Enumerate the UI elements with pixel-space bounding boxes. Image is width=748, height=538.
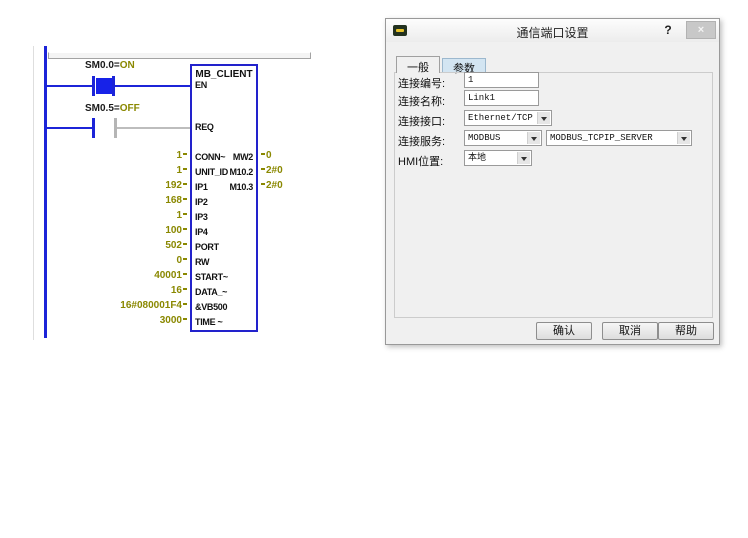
pin-ip4: IP4 xyxy=(195,227,208,237)
pin-req: REQ xyxy=(195,122,214,132)
wire-rung1-right xyxy=(115,85,190,87)
value-data[interactable]: 16 xyxy=(86,285,187,296)
pin-start: START~ xyxy=(195,272,228,282)
dialog-help-icon[interactable]: ? xyxy=(659,22,677,39)
tab-general[interactable]: 一般 xyxy=(396,56,440,73)
pin-out-m10-2: M10.2 xyxy=(229,167,253,177)
pin-out-mw2: MW2 xyxy=(233,152,253,162)
help-button[interactable]: 帮助 xyxy=(658,322,714,340)
contact1-address: SM0.0= xyxy=(85,60,120,71)
contact2-left-bar[interactable] xyxy=(92,118,95,138)
wire-rung2-right xyxy=(117,127,190,129)
connection-name-label: 连接名称: xyxy=(398,93,445,109)
pin-data: DATA_~ xyxy=(195,287,227,297)
connection-interface-select[interactable]: Ethernet/TCP xyxy=(464,110,552,126)
value-ip4[interactable]: 100 xyxy=(86,225,187,236)
outvalue-m10-3[interactable]: 2#0 xyxy=(261,180,283,191)
editor-margin-line xyxy=(33,46,34,340)
outvalue-m10-2[interactable]: 2#0 xyxy=(261,165,283,176)
connection-number-label: 连接编号: xyxy=(398,75,445,91)
ladder-editor: SM0.0=ON SM0.5=OFF MB_CLIENT EN REQ CONN… xyxy=(0,0,380,345)
pin-conn: CONN~ xyxy=(195,152,225,162)
hmi-location-select[interactable]: 本地 xyxy=(464,150,532,166)
connection-number-input[interactable] xyxy=(464,72,539,88)
value-conn[interactable]: 1 xyxy=(86,150,187,161)
connection-service-select[interactable]: MODBUS xyxy=(464,130,542,146)
contact2-state: OFF xyxy=(120,103,140,114)
outvalue-mw2[interactable]: 0 xyxy=(261,150,272,161)
tab-parameters[interactable]: 参数 xyxy=(442,58,486,73)
comm-port-dialog: 通信端口设置 ? × 一般 参数 连接编号: 连接名称: 连接接口: Ether… xyxy=(385,18,720,345)
close-icon[interactable]: × xyxy=(686,21,716,39)
pin-out-m10-3: M10.3 xyxy=(229,182,253,192)
wire-rung1-left xyxy=(46,85,93,87)
pin-ip1: IP1 xyxy=(195,182,208,192)
screenshot-root: SM0.0=ON SM0.5=OFF MB_CLIENT EN REQ CONN… xyxy=(0,0,748,538)
pin-rw: RW xyxy=(195,257,209,267)
hmi-location-label: HMI位置: xyxy=(398,153,443,169)
value-ip3[interactable]: 1 xyxy=(86,210,187,221)
chevron-down-icon xyxy=(677,132,690,144)
pin-unit-id: UNIT_ID xyxy=(195,167,228,177)
pin-en: EN xyxy=(195,80,207,90)
confirm-button[interactable]: 确认 xyxy=(536,322,592,340)
connection-service-label: 连接服务: xyxy=(398,133,445,149)
network-header-bar[interactable] xyxy=(48,52,311,59)
chevron-down-icon xyxy=(527,132,540,144)
connection-interface-label: 连接接口: xyxy=(398,113,445,129)
value-unit-id[interactable]: 1 xyxy=(86,165,187,176)
contact1-left-bar xyxy=(92,76,95,96)
pin-port: PORT xyxy=(195,242,219,252)
cancel-button[interactable]: 取消 xyxy=(602,322,658,340)
pin-ip3: IP3 xyxy=(195,212,208,222)
block-title: MB_CLIENT xyxy=(192,69,256,80)
value-port[interactable]: 502 xyxy=(86,240,187,251)
modbus-server-select[interactable]: MODBUS_TCPIP_SERVER xyxy=(546,130,692,146)
contact2-operand[interactable]: SM0.5=OFF xyxy=(85,103,140,114)
contact2-address: SM0.5= xyxy=(85,103,120,114)
wire-rung2-left xyxy=(46,127,92,129)
bottom-window: (T) 窗口(W) 帮助(H) ⤒ ⤓ 2↓ 2↑ ⧉ ▶ ■ ▦ ▦ ▤ ▤ … xyxy=(0,340,748,538)
value-time[interactable]: 3000 xyxy=(86,315,187,326)
pin-vb500: &VB500 xyxy=(195,302,227,312)
contact1-energized-fill[interactable] xyxy=(96,78,112,94)
mb-client-block[interactable]: MB_CLIENT EN REQ CONN~ UNIT_ID IP1 IP2 I… xyxy=(190,64,258,332)
value-ip2[interactable]: 168 xyxy=(86,195,187,206)
power-rail xyxy=(44,46,47,338)
value-ptr[interactable]: 16#080001F4 xyxy=(86,300,187,311)
pin-time: TIME ~ xyxy=(195,317,222,327)
chevron-down-icon xyxy=(517,152,530,164)
chevron-down-icon xyxy=(537,112,550,124)
value-start[interactable]: 40001 xyxy=(86,270,187,281)
connection-name-input[interactable] xyxy=(464,90,539,106)
contact1-operand[interactable]: SM0.0=ON xyxy=(85,60,135,71)
value-rw[interactable]: 0 xyxy=(86,255,187,266)
value-ip1[interactable]: 192 xyxy=(86,180,187,191)
contact1-state: ON xyxy=(120,60,135,71)
pin-ip2: IP2 xyxy=(195,197,208,207)
